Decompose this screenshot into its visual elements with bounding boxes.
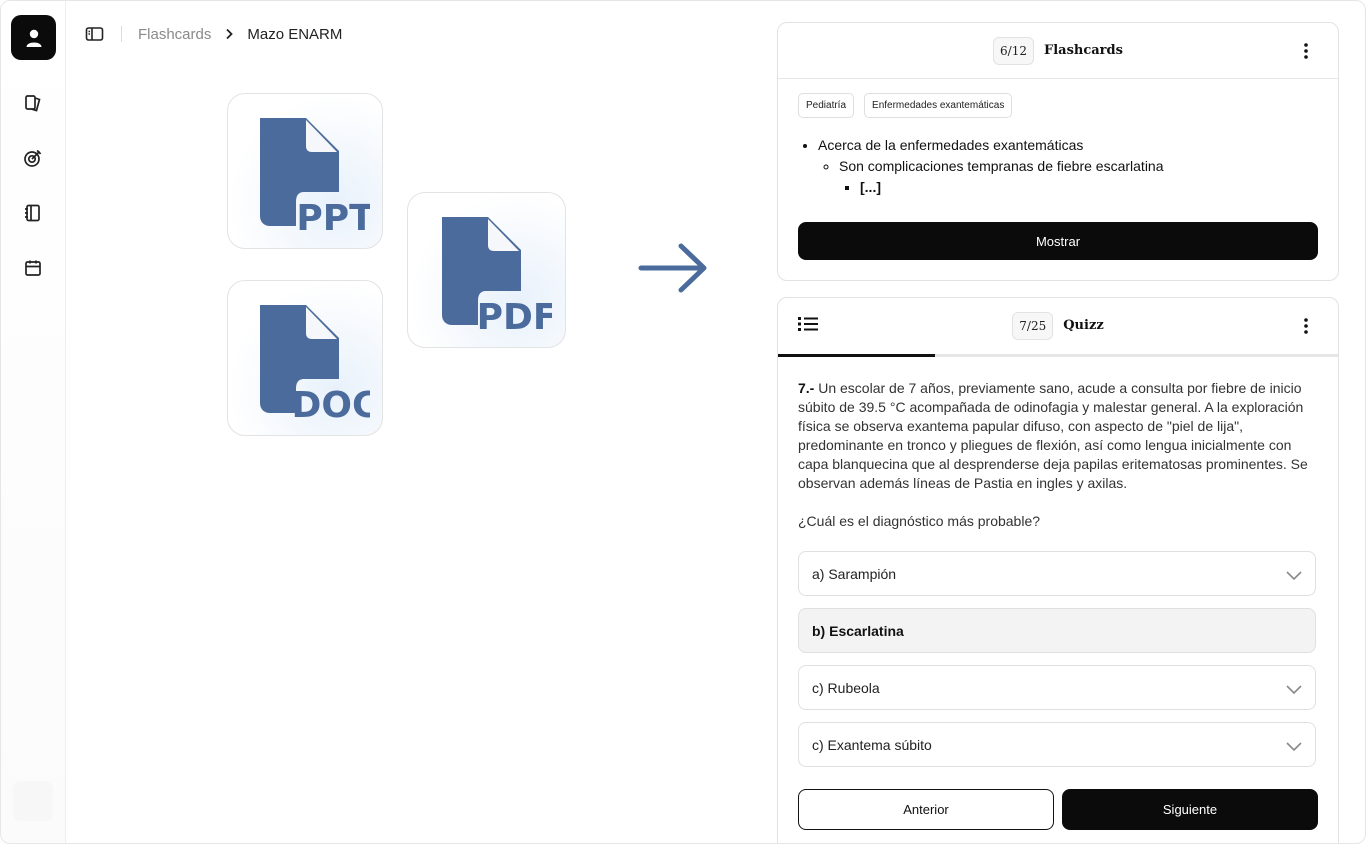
arrow-right-icon	[637, 241, 709, 300]
bullet-level-3: [...]	[860, 177, 1338, 198]
svg-text:PDF: PDF	[476, 297, 551, 335]
calendar-icon	[25, 260, 41, 276]
option-label: b) Escarlatina	[812, 622, 904, 639]
sidebar-item-quiz[interactable]	[19, 144, 47, 172]
chevron-right-icon	[225, 28, 234, 40]
kebab-menu-icon	[1304, 43, 1308, 59]
svg-text:DOC: DOC	[292, 385, 370, 423]
breadcrumb-link-flashcards[interactable]: Flashcards	[138, 26, 211, 43]
avatar-button[interactable]	[11, 15, 56, 60]
quiz-counter: 7/25	[1012, 311, 1054, 340]
svg-text:PPT: PPT	[296, 198, 370, 236]
cards-icon	[25, 95, 41, 112]
pdf-file-icon: PDF	[441, 217, 552, 335]
quiz-more-button[interactable]	[1296, 316, 1316, 336]
tag-badge: Enfermedades exantemáticas	[864, 93, 1013, 118]
ppt-file-tile: PPT	[227, 93, 383, 249]
cloze-placeholder: [...]	[860, 179, 881, 195]
pdf-file-tile: PDF	[407, 192, 566, 348]
quiz-progress-bar	[778, 354, 1338, 357]
flashcard-header: 6/12 Flashcards	[778, 23, 1338, 78]
option-label: c) Exantema súbito	[812, 736, 932, 753]
chevron-down-icon	[1286, 571, 1302, 581]
bullet-level-2: Son complicaciones tempranas de fiebre e…	[839, 156, 1338, 198]
question-list-button[interactable]	[798, 316, 818, 332]
previous-button[interactable]: Anterior	[798, 789, 1054, 830]
flashcard-tags: Pediatría Enfermedades exantemáticas	[778, 79, 1338, 118]
question-number: 7.-	[798, 380, 815, 396]
next-button[interactable]: Siguiente	[1062, 789, 1318, 830]
breadcrumb-current: Mazo ENARM	[247, 25, 343, 43]
chevron-down-icon	[1286, 742, 1302, 752]
answer-option-a[interactable]: a) Sarampión	[798, 551, 1316, 596]
quiz-progress-fill	[778, 354, 935, 357]
app-window: Flashcards Mazo ENARM PPT PDF DOC 6/12 F…	[0, 0, 1366, 844]
question-body: Un escolar de 7 años, previamente sano, …	[798, 380, 1308, 491]
chevron-down-icon	[1286, 685, 1302, 695]
sidebar	[1, 1, 66, 843]
sidebar-toggle-button[interactable]	[85, 26, 105, 42]
answer-option-c[interactable]: c) Rubeola	[798, 665, 1316, 710]
quiz-title: Quizz	[1063, 318, 1104, 333]
breadcrumb-divider	[121, 26, 122, 42]
ppt-file-icon: PPT	[260, 118, 370, 236]
show-answer-button[interactable]: Mostrar	[798, 222, 1318, 260]
quiz-header: 7/25 Quizz	[778, 298, 1338, 353]
kebab-menu-icon	[1304, 318, 1308, 334]
option-label: a) Sarampión	[812, 565, 897, 582]
quiz-card: 7/25 Quizz 7.- Un escolar de 7 años, pre…	[777, 297, 1339, 843]
flashcard-more-button[interactable]	[1296, 41, 1316, 61]
flashcard-title: Flashcards	[1043, 43, 1123, 58]
question-text: 7.- Un escolar de 7 años, previamente sa…	[798, 379, 1320, 493]
list-icon	[798, 317, 818, 331]
tag-badge: Pediatría	[798, 93, 855, 118]
flashcard-card: 6/12 Flashcards Pediatría Enfermedades e…	[777, 22, 1339, 281]
sidebar-item-notebook[interactable]	[19, 199, 47, 227]
answer-option-b-selected[interactable]: b) Escarlatina	[798, 608, 1316, 653]
bullet-level-1: Acerca de la enfermedades exantemáticas …	[818, 135, 1338, 198]
sidebar-footer	[13, 781, 53, 821]
target-icon	[24, 149, 42, 167]
flashcard-counter: 6/12	[993, 36, 1034, 65]
doc-file-tile: DOC	[227, 280, 383, 436]
user-icon	[26, 29, 41, 47]
doc-file-icon: DOC	[260, 305, 370, 423]
bullet-text: Acerca de la enfermedades exantemáticas	[818, 137, 1084, 153]
notebook-icon	[25, 204, 40, 222]
flashcard-content: Acerca de la enfermedades exantemáticas …	[778, 135, 1338, 198]
question-prompt: ¿Cuál es el diagnóstico más probable?	[798, 513, 1041, 529]
bullet-text: Son complicaciones tempranas de fiebre e…	[839, 158, 1164, 174]
sidebar-item-calendar[interactable]	[19, 254, 47, 282]
option-label: c) Rubeola	[812, 679, 880, 696]
sidebar-toggle-icon	[85, 27, 104, 41]
answer-option-d[interactable]: c) Exantema súbito	[798, 722, 1316, 767]
breadcrumb: Flashcards Mazo ENARM	[85, 23, 342, 45]
sidebar-item-flashcards[interactable]	[19, 89, 47, 117]
